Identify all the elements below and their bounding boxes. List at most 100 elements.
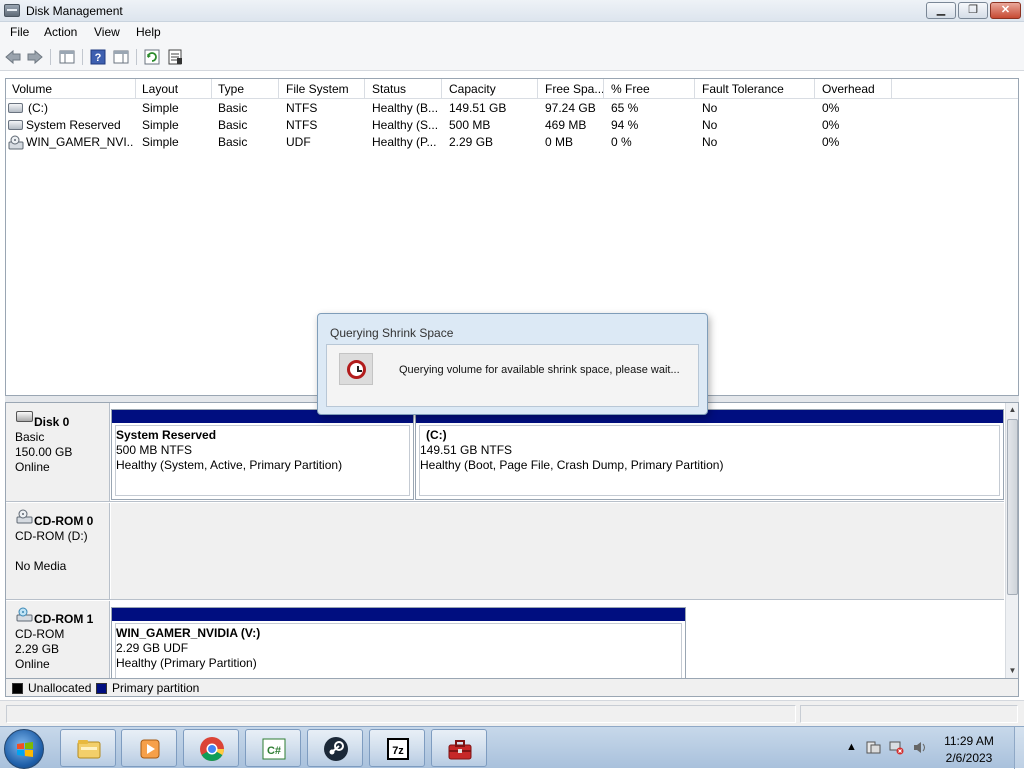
volume-row[interactable]: WIN_GAMER_NVI... Simple Basic UDF Health… bbox=[6, 134, 1018, 151]
column-divider[interactable] bbox=[603, 79, 604, 99]
partition-win-gamer-nvidia[interactable]: WIN_GAMER_NVIDIA (V:) 2.29 GB UDF Health… bbox=[111, 607, 686, 678]
taskbar-7zip[interactable]: 7z bbox=[369, 729, 425, 767]
volume-layout: Simple bbox=[142, 101, 179, 115]
taskbar-media-player[interactable] bbox=[121, 729, 177, 767]
volume-layout: Simple bbox=[142, 118, 179, 132]
menu-help[interactable]: Help bbox=[136, 25, 161, 39]
menu-action[interactable]: Action bbox=[44, 25, 77, 39]
disk-state: Online bbox=[15, 657, 50, 671]
taskbar: C# 7z ▲ 11:29 AM 2/6/2023 bbox=[0, 726, 1024, 769]
forward-arrow-icon[interactable] bbox=[26, 48, 44, 66]
show-desktop-button[interactable] bbox=[1014, 727, 1024, 769]
column-header-free-space[interactable]: Free Spa... bbox=[545, 82, 604, 96]
column-divider[interactable] bbox=[814, 79, 815, 99]
show-hide-action-pane-icon[interactable] bbox=[112, 48, 130, 66]
partition-c-drive[interactable]: (C:) 149.51 GB NTFS Healthy (Boot, Page … bbox=[415, 409, 1004, 500]
legend-unallocated: Unallocated bbox=[28, 681, 92, 695]
show-hidden-icons-icon[interactable]: ▲ bbox=[844, 740, 859, 755]
start-button[interactable] bbox=[4, 729, 44, 769]
scroll-up-arrow-icon[interactable]: ▲ bbox=[1006, 403, 1018, 417]
taskbar-csharp-editor[interactable]: C# bbox=[245, 729, 301, 767]
disk-partitions: System Reserved 500 MB NTFS Healthy (Sys… bbox=[111, 403, 1004, 501]
column-divider[interactable] bbox=[364, 79, 365, 99]
disk-size: 2.29 GB bbox=[15, 642, 60, 656]
legend-primary-partition: Primary partition bbox=[112, 681, 200, 695]
partition-title: WIN_GAMER_NVIDIA (V:) bbox=[116, 626, 261, 640]
taskbar-steam[interactable] bbox=[307, 729, 363, 767]
taskbar-windows-explorer[interactable] bbox=[60, 729, 116, 767]
column-divider[interactable] bbox=[211, 79, 212, 99]
disk-name: CD-ROM 0 bbox=[34, 514, 94, 528]
volume-free-space: 0 MB bbox=[545, 135, 574, 149]
taskbar-google-chrome[interactable] bbox=[183, 729, 239, 767]
maximize-button[interactable]: ❐ bbox=[958, 2, 988, 19]
back-arrow-icon[interactable] bbox=[4, 48, 22, 66]
column-divider[interactable] bbox=[135, 79, 136, 99]
column-header-status[interactable]: Status bbox=[372, 82, 406, 96]
volume-capacity: 2.29 GB bbox=[449, 135, 494, 149]
close-button[interactable]: ✕ bbox=[990, 2, 1021, 19]
volume-row[interactable]: System Reserved Simple Basic NTFS Health… bbox=[6, 117, 1018, 134]
volume-row[interactable]: (C:) Simple Basic NTFS Healthy (B... 149… bbox=[6, 100, 1018, 117]
minimize-button[interactable]: ▁ bbox=[926, 2, 956, 19]
disk-state: Online bbox=[15, 460, 50, 474]
cd-drive-icon bbox=[8, 135, 24, 150]
legend: Unallocated Primary partition bbox=[5, 679, 1019, 697]
volume-percent-free: 65 % bbox=[611, 101, 639, 115]
volume-overhead: 0% bbox=[822, 118, 840, 132]
cd-drive-icon bbox=[16, 607, 33, 622]
column-header-volume[interactable]: Volume bbox=[12, 82, 52, 96]
disk-row-cd-rom-0[interactable]: CD-ROM 0 CD-ROM (D:) No Media bbox=[6, 503, 1004, 600]
disk-type: CD-ROM (D:) bbox=[15, 529, 88, 543]
column-header-file-system[interactable]: File System bbox=[286, 82, 349, 96]
dialog-body: Querying volume for available shrink spa… bbox=[326, 344, 699, 407]
svg-text:7z: 7z bbox=[392, 745, 404, 757]
column-header-type[interactable]: Type bbox=[218, 82, 244, 96]
disk-row-disk-0[interactable]: Disk 0 Basic 150.00 GB Online System Res… bbox=[6, 403, 1004, 502]
toolbar: ? bbox=[0, 43, 1024, 71]
taskbar-computer-management[interactable] bbox=[431, 729, 487, 767]
volume-percent-free: 94 % bbox=[611, 118, 639, 132]
properties-icon[interactable] bbox=[166, 48, 184, 66]
column-divider[interactable] bbox=[278, 79, 279, 99]
column-divider[interactable] bbox=[891, 79, 892, 99]
menu-file[interactable]: File bbox=[10, 25, 29, 39]
column-header-layout[interactable]: Layout bbox=[142, 82, 178, 96]
taskbar-clock-date[interactable]: 2/6/2023 bbox=[932, 751, 1006, 765]
windows-logo-icon bbox=[17, 742, 33, 757]
taskbar-clock-time[interactable]: 11:29 AM bbox=[932, 734, 1006, 748]
volume-icon[interactable] bbox=[912, 740, 927, 755]
toolbar-separator bbox=[82, 49, 83, 65]
window-title: Disk Management bbox=[26, 4, 123, 18]
disk-label[interactable]: CD-ROM 1 CD-ROM 2.29 GB Online bbox=[6, 601, 110, 678]
hard-disk-icon bbox=[16, 411, 33, 422]
column-header-fault-tolerance[interactable]: Fault Tolerance bbox=[702, 82, 784, 96]
volume-fault-tolerance: No bbox=[702, 135, 718, 149]
column-header-capacity[interactable]: Capacity bbox=[449, 82, 496, 96]
steam-icon bbox=[324, 737, 348, 761]
network-disconnected-icon[interactable] bbox=[889, 740, 904, 755]
show-hide-console-tree-icon[interactable] bbox=[58, 48, 76, 66]
column-divider[interactable] bbox=[441, 79, 442, 99]
column-header-overhead[interactable]: Overhead bbox=[822, 82, 875, 96]
volume-capacity: 149.51 GB bbox=[449, 101, 507, 115]
volume-type: Basic bbox=[218, 118, 248, 132]
disk-label[interactable]: Disk 0 Basic 150.00 GB Online bbox=[6, 403, 110, 501]
column-divider[interactable] bbox=[694, 79, 695, 99]
scrollbar-thumb[interactable] bbox=[1007, 419, 1018, 595]
disk-pane-scrollbar[interactable]: ▲ ▼ bbox=[1005, 403, 1018, 678]
menu-view[interactable]: View bbox=[94, 25, 120, 39]
disk-row-cd-rom-1[interactable]: CD-ROM 1 CD-ROM 2.29 GB Online WIN_GAMER… bbox=[6, 601, 1004, 678]
clock-icon bbox=[339, 353, 373, 385]
column-header-percent-free[interactable]: % Free bbox=[611, 82, 650, 96]
column-divider[interactable] bbox=[537, 79, 538, 99]
disk-label[interactable]: CD-ROM 0 CD-ROM (D:) No Media bbox=[6, 503, 110, 599]
partition-system-reserved[interactable]: System Reserved 500 MB NTFS Healthy (Sys… bbox=[111, 409, 414, 500]
partition-size: 2.29 GB UDF bbox=[116, 641, 189, 655]
help-icon[interactable]: ? bbox=[89, 48, 107, 66]
hard-disk-icon bbox=[8, 103, 23, 113]
scroll-down-arrow-icon[interactable]: ▼ bbox=[1006, 664, 1018, 678]
status-bar bbox=[0, 700, 1024, 726]
refresh-icon[interactable] bbox=[143, 48, 161, 66]
action-center-icon[interactable] bbox=[866, 740, 881, 755]
